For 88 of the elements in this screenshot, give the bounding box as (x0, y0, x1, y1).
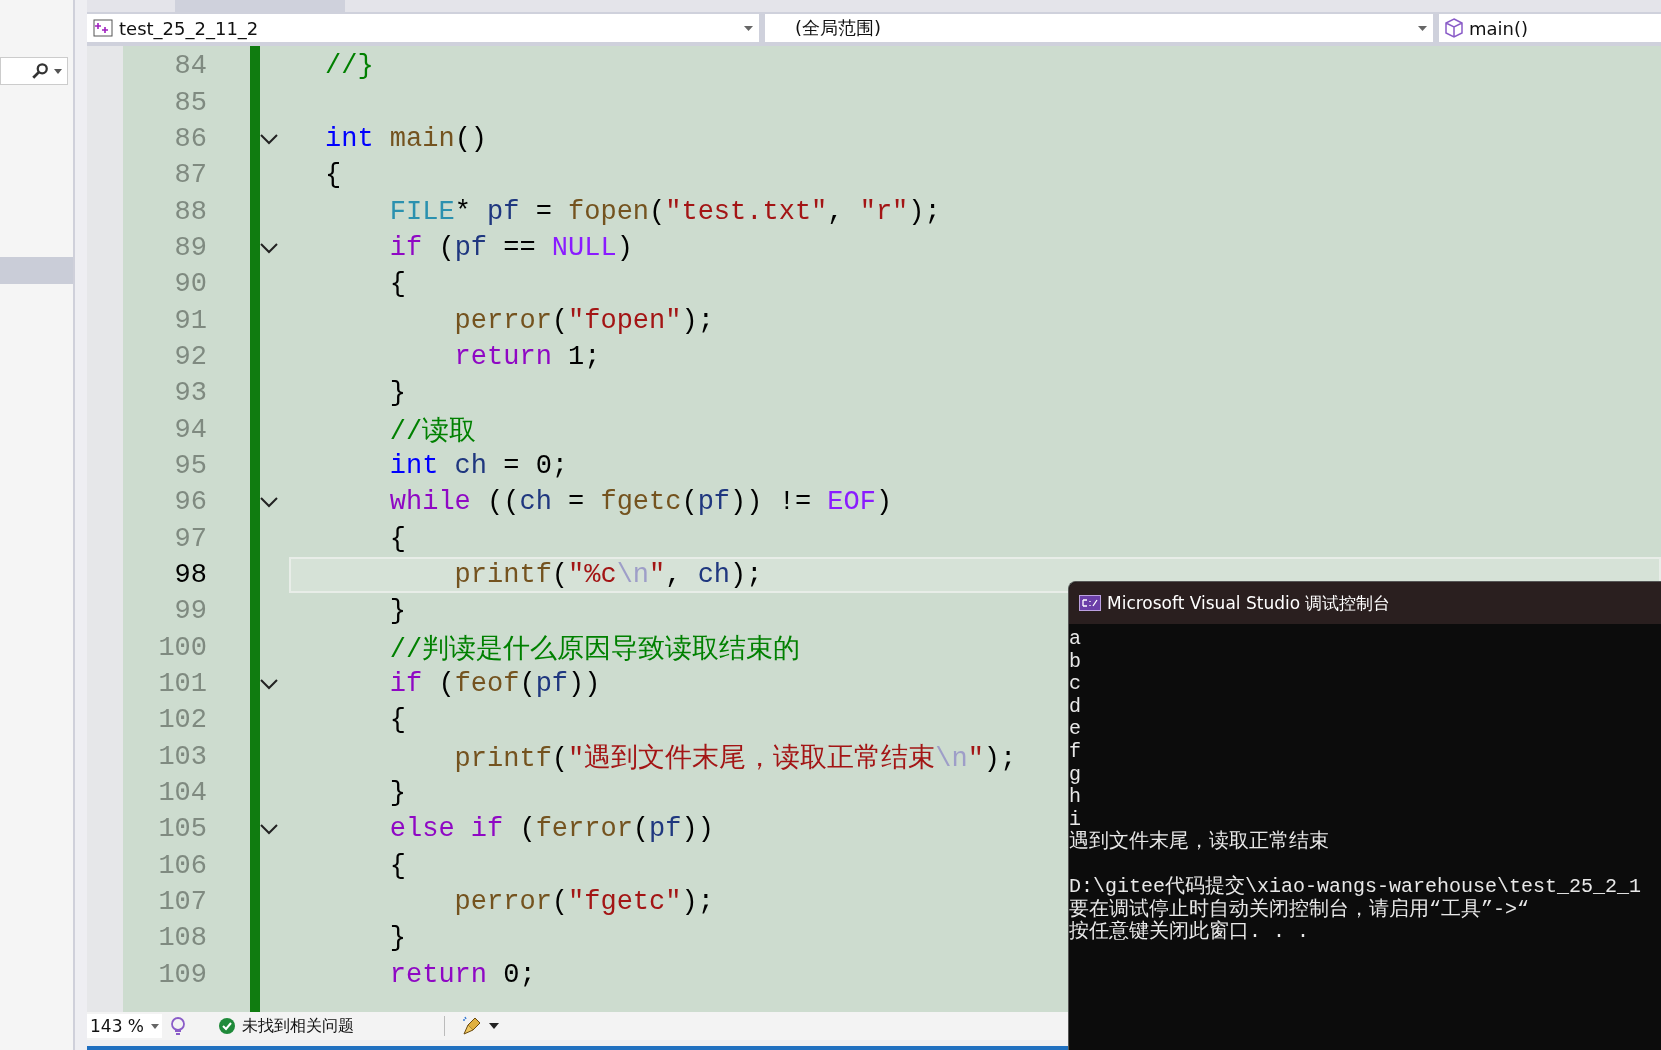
search-field[interactable] (0, 57, 68, 85)
line-number: 85 (173, 87, 207, 118)
code-line: } (388, 923, 406, 954)
collapse-icon[interactable] (259, 823, 279, 836)
line-number: 107 (157, 887, 207, 918)
line-number: 101 (157, 669, 207, 699)
line-number: 97 (173, 523, 207, 554)
line-number: 91 (173, 305, 207, 336)
project-dropdown[interactable]: test_25_2_11_2 (87, 14, 759, 42)
lightbulb-icon[interactable] (168, 1016, 188, 1036)
code-line: { (388, 269, 406, 300)
collapse-icon[interactable] (259, 678, 279, 690)
console-output: e (1069, 718, 1082, 741)
caret-icon[interactable] (489, 1023, 499, 1029)
issues-status[interactable]: 未找到相关问题 (242, 1015, 354, 1037)
code-line: } (388, 596, 406, 627)
console-output: 遇到文件末尾，读取正常结束 (1069, 831, 1330, 854)
collapse-icon[interactable] (259, 496, 279, 509)
code-line: return 1; (453, 341, 601, 372)
line-number: 93 (173, 378, 207, 409)
collapse-icon[interactable] (259, 132, 279, 145)
caret-icon (54, 68, 62, 74)
code-line: perror("fopen"); (453, 305, 714, 336)
line-number: 104 (157, 778, 207, 809)
code-line: { (324, 160, 342, 191)
console-output: b (1069, 650, 1082, 674)
line-number: 105 (157, 814, 207, 845)
code-line: { (388, 705, 406, 736)
console-output: h (1069, 786, 1082, 809)
console-message: D:\gitee代码提交\xiao-wangs-warehouse\test_25_2_1 (1069, 875, 1643, 898)
code-line: //判读是什么原因导致读取结束的 (388, 633, 801, 666)
console-output: f (1069, 740, 1082, 764)
console-message: 按任意键关闭此窗口. . . (1069, 921, 1310, 944)
code-line: else if (ferror(pf)) (388, 814, 714, 845)
window-title: Microsoft Visual Studio 调试控制台 (1107, 591, 1391, 615)
code-line: int ch = 0; (388, 450, 569, 481)
line-number: 90 (173, 269, 207, 300)
console-output: d (1069, 695, 1082, 719)
code-line: printf("遇到文件末尾，读取正常结束\n"); (453, 742, 1017, 775)
console-output: g (1069, 763, 1082, 787)
brush-icon[interactable] (461, 1015, 483, 1037)
line-number: 95 (173, 450, 207, 481)
project-icon (93, 19, 113, 37)
code-line: if (pf == NULL) (388, 232, 633, 263)
collapse-icon[interactable] (259, 241, 279, 254)
code-line: //} (324, 51, 374, 82)
zoom-dropdown[interactable]: 143 % (87, 1014, 162, 1038)
line-number: 103 (157, 741, 207, 772)
code-line: { (388, 523, 406, 554)
code-line: //读取 (388, 415, 477, 448)
line-number: 87 (173, 160, 207, 191)
console-output: a (1069, 628, 1082, 651)
code-line: FILE* pf = fopen("test.txt", "r"); (388, 196, 941, 227)
line-number: 84 (173, 51, 207, 82)
line-number: 86 (173, 123, 207, 154)
line-number: 108 (157, 923, 207, 954)
code-line: while ((ch = fgetc(pf)) != EOF) (388, 487, 893, 518)
code-line: if (feof(pf)) (388, 669, 601, 699)
code-line: } (388, 378, 406, 409)
console-output: i (1069, 808, 1082, 831)
caret-icon (151, 1023, 159, 1029)
line-number: 106 (157, 850, 207, 881)
code-line: { (388, 850, 406, 881)
code-line: printf("%c\n", ch); (453, 560, 763, 590)
line-number: 100 (157, 632, 207, 663)
line-number: 96 (173, 487, 207, 518)
line-number: 102 (157, 705, 207, 736)
cube-icon (1445, 18, 1463, 38)
member-dropdown[interactable]: main() (1439, 14, 1661, 42)
console-output: c (1069, 673, 1082, 696)
line-number: 94 (173, 414, 207, 445)
line-number: 92 (173, 341, 207, 372)
line-number: 89 (173, 232, 207, 263)
line-number: 98 (173, 560, 207, 590)
search-icon (31, 62, 49, 80)
line-number: 88 (173, 196, 207, 227)
scope-dropdown[interactable]: (全局范围) (765, 14, 1433, 42)
console-message: 要在调试停止时自动关闭控制台，请启用“工具”->“ (1069, 898, 1530, 921)
caret-icon (744, 25, 753, 31)
console-icon (1079, 595, 1101, 611)
check-circle-icon (218, 1017, 236, 1035)
line-number: 99 (173, 596, 207, 627)
code-line: } (388, 778, 406, 809)
code-line: perror("fgetc"); (453, 887, 714, 918)
caret-icon (1418, 25, 1427, 31)
code-line: int main() (324, 123, 488, 154)
line-number: 109 (157, 959, 207, 990)
code-line: return 0; (388, 959, 536, 990)
